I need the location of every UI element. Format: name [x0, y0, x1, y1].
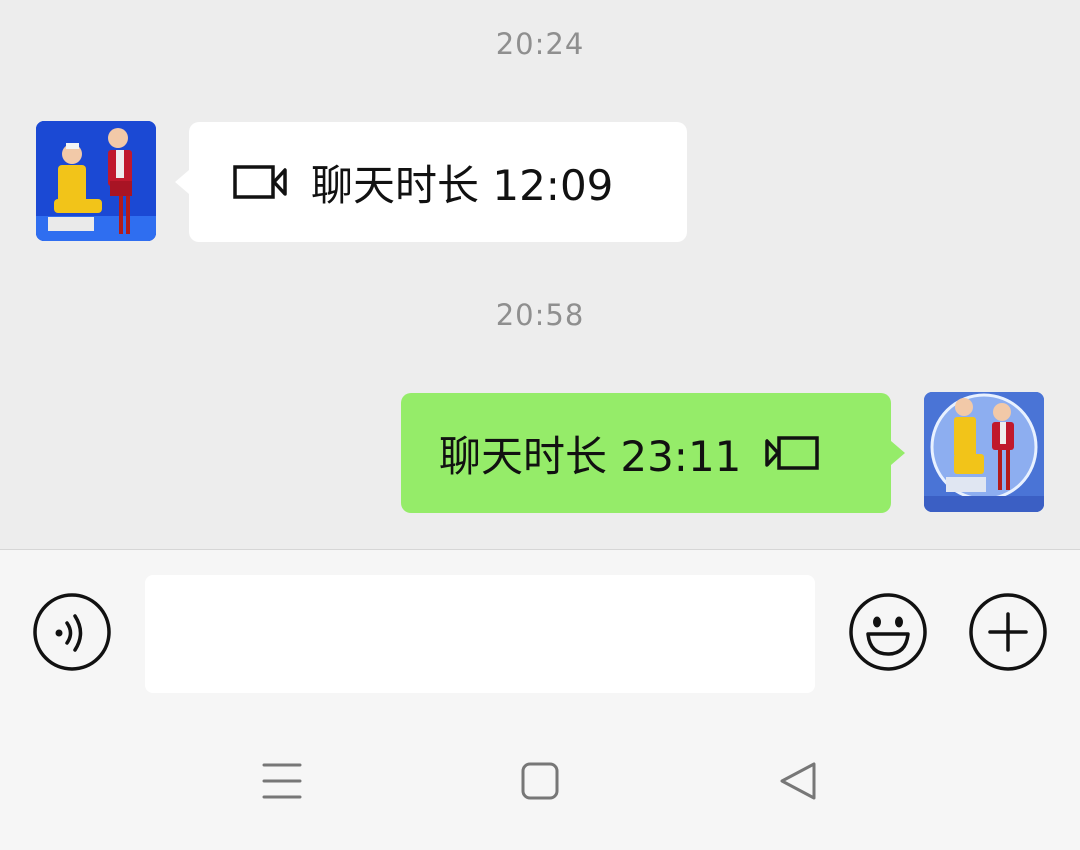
chat-message-area[interactable]: 20:24 聊天时长 12:09 20:58 聊天时长 23:11: [0, 0, 1080, 549]
received-message-bubble[interactable]: 聊天时长 12:09: [175, 122, 687, 242]
recent-apps-button[interactable]: [260, 761, 304, 805]
my-avatar[interactable]: [924, 392, 1044, 512]
back-icon: [776, 759, 820, 807]
sent-message-bubble[interactable]: 聊天时长 23:11: [401, 393, 905, 513]
video-call-icon: [233, 163, 289, 201]
plus-icon: [968, 592, 1048, 676]
emoji-icon: [848, 592, 928, 676]
video-call-icon: [763, 434, 820, 472]
emoji-button[interactable]: [848, 592, 928, 676]
avatar-photo: [924, 392, 1044, 512]
message-input[interactable]: [145, 575, 815, 693]
home-icon: [518, 759, 562, 807]
contact-avatar[interactable]: [36, 121, 156, 241]
voice-input-button[interactable]: [32, 592, 112, 676]
chat-input-bar: [0, 549, 1080, 710]
call-duration-text: 聊天时长 23:11: [439, 431, 742, 481]
call-duration-text: 聊天时长 12:09: [311, 160, 614, 210]
system-navigation-bar: [0, 709, 1080, 850]
more-options-button[interactable]: [968, 592, 1048, 676]
back-button[interactable]: [776, 761, 820, 805]
avatar-photo: [36, 121, 156, 241]
message-timestamp: 20:24: [495, 27, 585, 61]
voice-icon: [32, 592, 112, 676]
message-timestamp: 20:58: [495, 298, 585, 332]
menu-icon: [260, 759, 304, 807]
home-button[interactable]: [518, 761, 562, 805]
